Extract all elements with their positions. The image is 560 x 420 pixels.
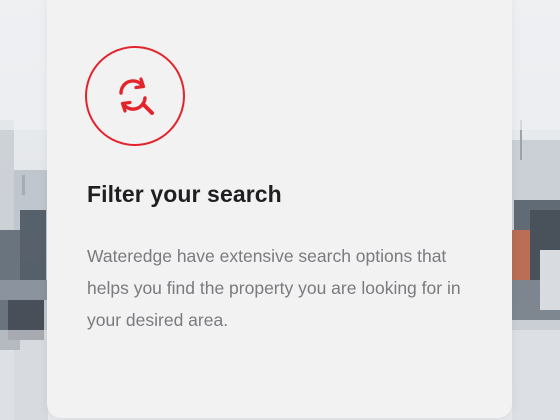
feature-card: Filter your search Wateredge have extens… xyxy=(47,0,512,418)
search-refresh-icon xyxy=(85,46,185,146)
card-title: Filter your search xyxy=(87,181,282,207)
card-description: Wateredge have extensive search options … xyxy=(87,246,461,330)
search-refresh-glyph xyxy=(119,77,154,115)
